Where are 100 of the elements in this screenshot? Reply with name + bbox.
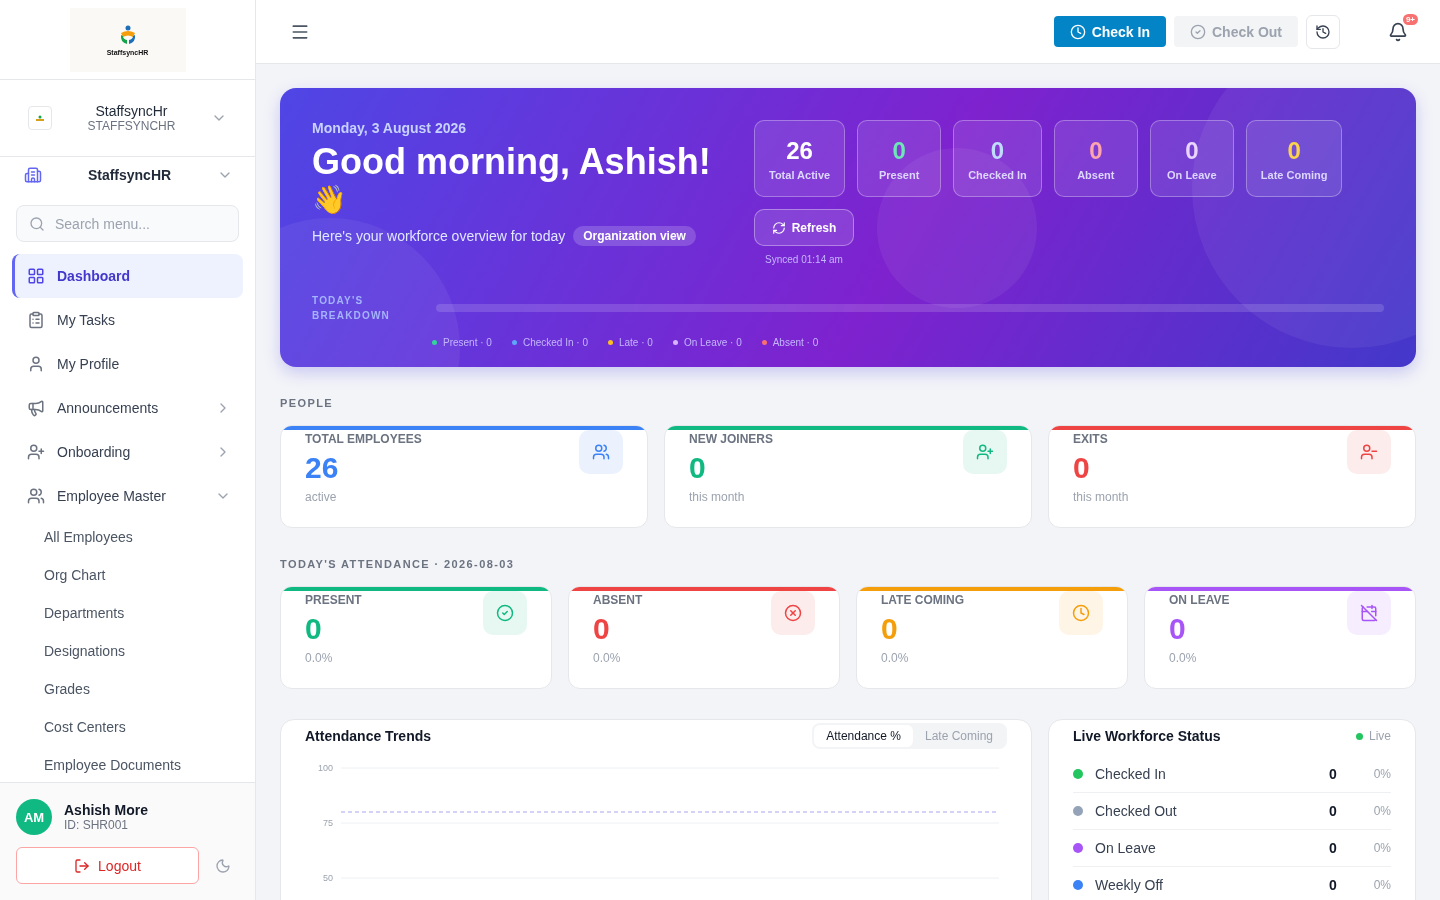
- greeting-heading: Good morning, Ashish!: [312, 142, 712, 182]
- nav-icon: [27, 267, 45, 285]
- nav-item[interactable]: Onboarding: [12, 430, 243, 474]
- card-subtitle: 0.0%: [881, 651, 910, 665]
- status-label: On Leave: [1095, 840, 1157, 856]
- synced-time: Synced 01:14 am: [764, 254, 844, 265]
- card-title: PRESENT: [305, 593, 363, 607]
- clock-icon: [1069, 23, 1086, 40]
- nav-icon: [27, 487, 45, 505]
- nav-item[interactable]: Announcements: [12, 386, 243, 430]
- legend-item: Absent · 0: [761, 337, 819, 348]
- status-count: 0: [1329, 766, 1338, 782]
- check-in-button[interactable]: Check In: [1053, 16, 1166, 47]
- card-value: 0: [1169, 611, 1187, 647]
- status-percent: 0%: [1372, 767, 1391, 781]
- panel-title: Attendance Trends: [305, 728, 433, 744]
- card-title: NEW JOINERS: [689, 432, 774, 446]
- card-subtitle: this month: [689, 490, 746, 504]
- stat-label: Absent: [1077, 168, 1115, 181]
- card-icon: [1360, 443, 1378, 461]
- status-count: 0: [1329, 877, 1338, 893]
- nav-subitem[interactable]: Grades: [12, 670, 243, 708]
- notification-badge: 9+: [1402, 13, 1418, 25]
- nav-icon: [27, 355, 45, 373]
- building-icon: [24, 166, 42, 184]
- panel-title: Live Workforce Status: [1073, 728, 1222, 744]
- status-label: Checked In: [1095, 766, 1167, 782]
- notification-icon[interactable]: [1388, 21, 1408, 42]
- card-subtitle: active: [305, 490, 338, 504]
- card-icon: [496, 604, 514, 622]
- search-field[interactable]: Search menu...: [16, 205, 239, 242]
- status-count: 0: [1329, 803, 1338, 819]
- legend-item: Checked In · 0: [511, 337, 588, 348]
- company-selector[interactable]: StaffsyncHR: [0, 157, 255, 193]
- scope-pill: Organization view: [573, 226, 696, 246]
- card-title: ABSENT: [593, 593, 644, 607]
- card-icon: [1072, 604, 1090, 622]
- nav-icon: [27, 443, 45, 461]
- live-badge: Live: [1356, 729, 1391, 743]
- nav-icon: [27, 399, 45, 417]
- nav-item[interactable]: My Tasks: [12, 298, 243, 342]
- refresh-icon: [771, 220, 786, 235]
- stat-value: 0: [892, 136, 906, 165]
- organization-switcher[interactable]: StaffsyncHr STAFFSYNCHR: [0, 80, 255, 157]
- status-count: 0: [1329, 840, 1338, 856]
- legend-item: On Leave · 0: [672, 337, 742, 348]
- date-text: Monday, 3 August 2026: [312, 120, 468, 136]
- user-name: Ashish More: [64, 802, 148, 818]
- card-value: 0: [305, 611, 323, 647]
- status-percent: 0%: [1372, 841, 1391, 855]
- check-circle-icon: [1190, 23, 1206, 40]
- card-icon: [784, 604, 802, 622]
- section-title: TODAY'S ATTENDANCE · 2026-08-03: [280, 558, 516, 570]
- nav-subitem[interactable]: Org Chart: [12, 556, 243, 594]
- nav-item[interactable]: Dashboard: [12, 254, 243, 298]
- history-button[interactable]: [1306, 14, 1340, 49]
- status-percent: 0%: [1372, 804, 1391, 818]
- card-subtitle: 0.0%: [305, 651, 334, 665]
- nav-item[interactable]: My Profile: [12, 342, 243, 386]
- logout-icon: [74, 857, 91, 874]
- section-title: PEOPLE: [280, 397, 335, 409]
- card-icon: [1360, 604, 1378, 622]
- logout-button[interactable]: Logout: [16, 847, 199, 884]
- stat-value: 0: [1089, 136, 1103, 165]
- org-name: StaffsyncHr: [95, 103, 168, 119]
- nav-item[interactable]: Employee Master: [12, 474, 243, 518]
- nav-subitem[interactable]: Departments: [12, 594, 243, 632]
- stat-value: 0: [1287, 136, 1301, 165]
- status-label: Weekly Off: [1095, 877, 1164, 893]
- axis-label: 75: [323, 818, 333, 828]
- nav-subitem[interactable]: Cost Centers: [12, 708, 243, 746]
- history-icon: [1315, 23, 1331, 40]
- legend-item: Present · 0: [432, 337, 492, 348]
- card-title: ON LEAVE: [1169, 593, 1231, 607]
- card-subtitle: 0.0%: [1169, 651, 1198, 665]
- status-label: Checked Out: [1095, 803, 1178, 819]
- axis-label: 50: [323, 873, 333, 883]
- card-title: EXITS: [1073, 432, 1109, 446]
- stat-label: Checked In: [968, 168, 1027, 181]
- card-value: 26: [305, 450, 340, 486]
- search-input[interactable]: Search menu...: [53, 214, 238, 233]
- nav-icon: [27, 311, 45, 329]
- refresh-button[interactable]: Refresh: [754, 209, 854, 246]
- nav-subitem[interactable]: Designations: [12, 632, 243, 670]
- chart-tab[interactable]: Attendance %: [814, 725, 913, 747]
- waving-hand-emoji: 👋: [312, 183, 348, 217]
- stat-label: On Leave: [1167, 168, 1217, 181]
- status-percent: 0%: [1372, 878, 1391, 892]
- card-value: 0: [881, 611, 899, 647]
- user-id: ID: SHR001: [64, 818, 130, 832]
- nav-subitem[interactable]: All Employees: [12, 518, 243, 556]
- stat-label: Total Active: [769, 168, 831, 181]
- stat-label: Late Coming: [1260, 168, 1328, 181]
- stat-value: 0: [1185, 136, 1199, 165]
- stat-value: 0: [990, 136, 1005, 165]
- nav-subitem[interactable]: Employee Documents: [12, 746, 243, 782]
- search-icon: [29, 215, 45, 232]
- card-icon: [592, 443, 610, 461]
- card-subtitle: this month: [1073, 490, 1130, 504]
- card-title: LATE COMING: [881, 593, 966, 607]
